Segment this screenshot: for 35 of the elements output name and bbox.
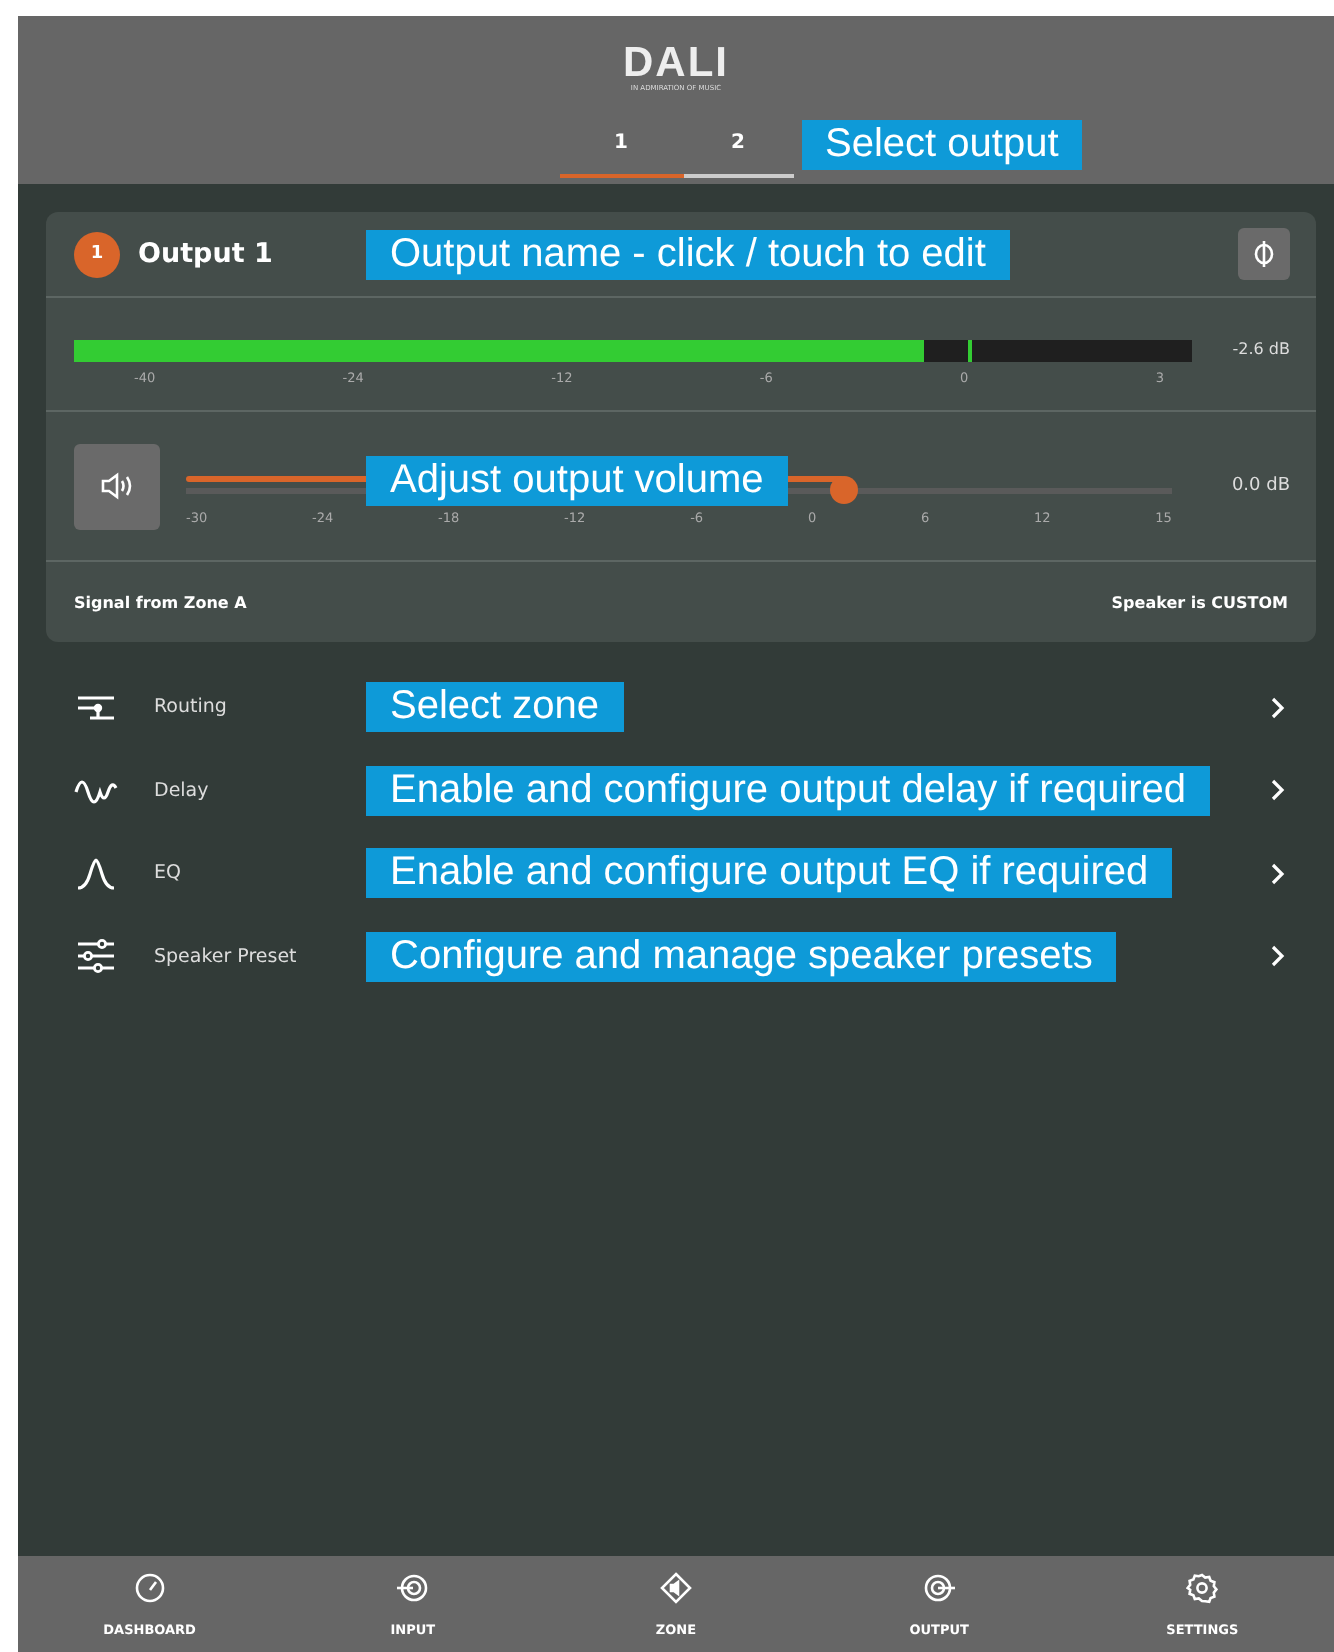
output-number-badge: 1 (74, 231, 120, 277)
callout-label: Configure and manage speaker presets (366, 931, 1117, 982)
gauge-icon (133, 1571, 166, 1603)
menu-item-label[interactable]: Speaker Preset (154, 945, 366, 968)
logo: DALI (623, 44, 729, 84)
menu-item-label[interactable]: Routing (154, 696, 366, 719)
diamond-speaker-icon (659, 1571, 692, 1603)
curve-icon (74, 855, 118, 892)
volume-reading: 0.0 dB (1231, 476, 1290, 496)
output-tab[interactable]: 2 (683, 112, 793, 178)
callout-label: Enable and configure output delay if required (366, 765, 1211, 816)
sliders-icon (74, 938, 118, 975)
callout-label: Output name - click / touch to edit (366, 229, 1010, 279)
settings-icon (1186, 1571, 1219, 1603)
target-icon (396, 1571, 429, 1603)
menu-item-label[interactable]: EQ (154, 862, 366, 885)
callout-label: Adjust output volume (366, 455, 788, 506)
callout-label: Enable and configure output EQ if required (366, 848, 1173, 899)
speaker-icon (99, 472, 135, 500)
chevron-right-icon[interactable] (1270, 778, 1286, 803)
speaker-type: Speaker is CUSTOM (1111, 593, 1288, 611)
callout-label: Select output (801, 120, 1083, 170)
phase-button[interactable] (1238, 228, 1290, 280)
output-name[interactable]: Output 1 (138, 238, 346, 270)
output-tab[interactable]: 1 (559, 112, 683, 178)
signal-source: Signal from Zone A (74, 593, 247, 611)
chevron-right-icon[interactable] (1270, 944, 1286, 969)
phase-icon (1250, 240, 1278, 268)
chevron-right-icon[interactable] (1270, 695, 1286, 720)
volume-thumb[interactable] (829, 476, 858, 505)
mute-button[interactable] (74, 443, 160, 529)
menu-item-label[interactable]: Delay (154, 779, 366, 802)
chevron-right-icon[interactable] (1270, 861, 1286, 886)
meter-reading: -2.6 dB (1232, 340, 1290, 358)
callout-label: Select zone (366, 682, 624, 733)
